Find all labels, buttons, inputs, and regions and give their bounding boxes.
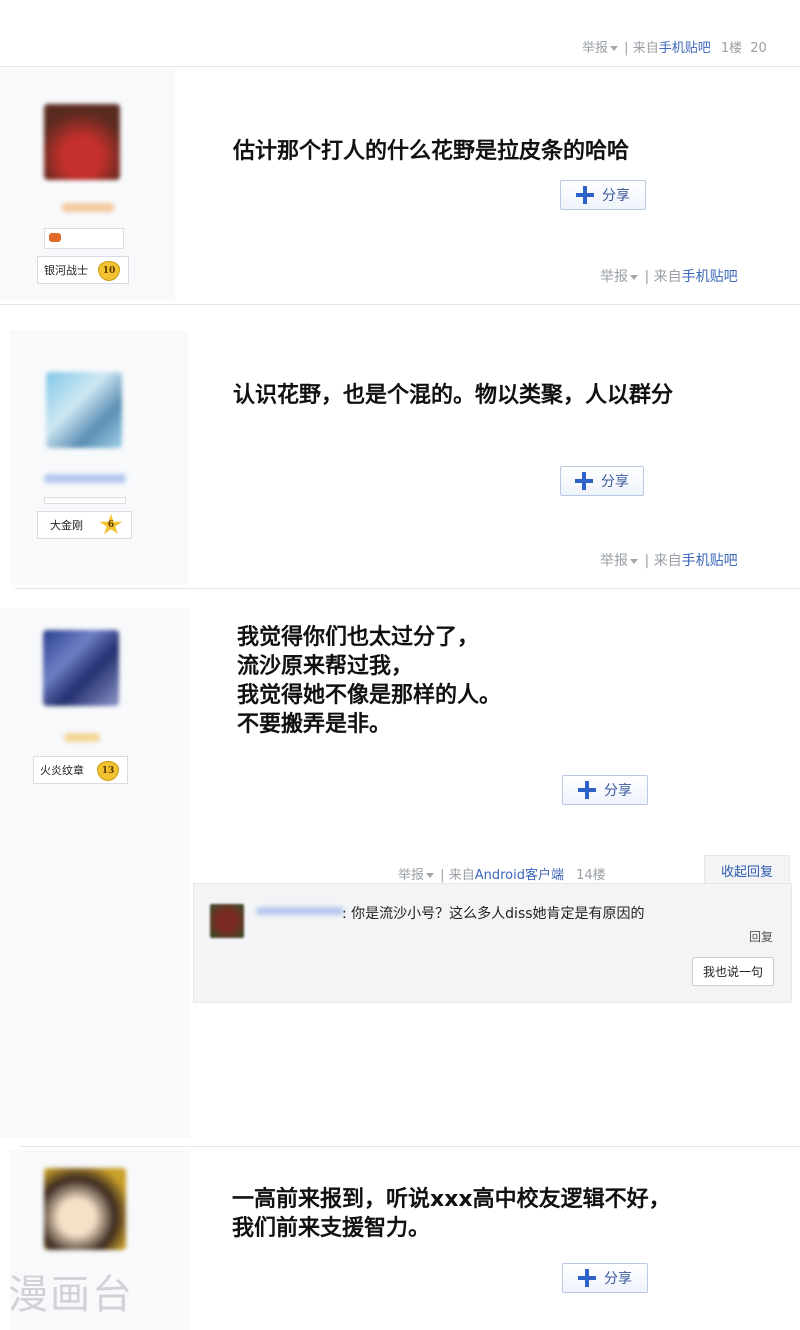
from-label: 来自 [653, 553, 682, 569]
reply-avatar[interactable] [210, 904, 244, 938]
report-link[interactable]: 举报 [600, 553, 628, 569]
separator: | [644, 269, 650, 285]
client-link[interactable]: Android客户端 [475, 868, 564, 883]
say-something-button[interactable]: 我也说一句 [692, 957, 774, 986]
badge-name: 火炎纹章 [40, 764, 84, 777]
post-content: 一高前来报到，听说xxx高中校友逻辑不好， 我们前来支援智力。 [232, 1187, 671, 1241]
divider [0, 66, 800, 67]
caret-down-icon[interactable] [630, 274, 638, 280]
share-button[interactable]: 分享 [562, 775, 648, 805]
level-icon: 10 [98, 261, 120, 281]
report-link[interactable]: 举报 [582, 41, 608, 56]
watermark: 漫画台 [8, 1272, 134, 1318]
divider [20, 1146, 800, 1147]
username-blurred[interactable] [44, 474, 126, 483]
game-icon [49, 233, 61, 242]
report-link[interactable]: 举报 [600, 269, 628, 285]
share-label: 分享 [602, 188, 630, 204]
post-content: 认识花野，也是个混的。物以类聚，人以群分 [233, 383, 674, 408]
badge: 银河战士 10 [37, 256, 129, 284]
share-label: 分享 [604, 1271, 632, 1287]
client-link[interactable]: 手机贴吧 [659, 41, 711, 56]
caret-down-icon[interactable] [426, 873, 435, 878]
report-link[interactable]: 举报 [398, 868, 424, 883]
reply-link[interactable]: 回复 [749, 928, 773, 945]
say-something-label: 我也说一句 [702, 965, 763, 979]
level-icon: 13 [97, 761, 119, 781]
date-label: 20 [750, 41, 767, 56]
separator: | [624, 41, 629, 56]
reply-box: : 你是流沙小号？这么多人diss她肯定是有原因的 回复 我也说一句 [193, 883, 792, 1003]
username-blurred[interactable] [62, 203, 114, 212]
divider [0, 304, 800, 305]
separator: | [440, 868, 445, 883]
badge-name: 大金刚 [50, 519, 83, 532]
level-icon: 6 [99, 514, 123, 535]
user-tag-box [44, 228, 124, 249]
avatar[interactable] [43, 630, 119, 706]
plus-icon [576, 186, 594, 204]
separator: | [644, 553, 650, 569]
from-label: 来自 [653, 269, 682, 285]
from-label: 来自 [448, 868, 475, 883]
share-label: 分享 [601, 474, 629, 490]
plus-icon [578, 781, 596, 799]
username-blurred[interactable] [64, 733, 100, 742]
post-content: 我觉得你们也太过分了， 流沙原来帮过我， 我觉得她不像是那样的人。 不要搬弄是非… [237, 625, 502, 737]
post-meta: 举报 | 来自Android客户端 14楼 [398, 864, 606, 883]
badge-name: 银河战士 [44, 264, 88, 277]
plus-icon [578, 1269, 596, 1287]
collapse-replies-label: 收起回复 [720, 864, 773, 880]
avatar[interactable] [46, 372, 122, 448]
share-label: 分享 [604, 783, 632, 799]
caret-down-icon[interactable] [630, 558, 638, 564]
client-link[interactable]: 手机贴吧 [682, 269, 738, 285]
share-button[interactable]: 分享 [560, 180, 646, 210]
divider [15, 588, 800, 589]
badge: 火炎纹章 13 [33, 756, 128, 784]
reply-text: : 你是流沙小号？这么多人diss她肯定是有原因的 [342, 906, 645, 922]
from-label: 来自 [632, 41, 659, 56]
user-tag-box [44, 497, 126, 504]
floor-label: 1楼 [720, 41, 743, 56]
avatar[interactable] [44, 104, 120, 180]
client-link[interactable]: 手机贴吧 [682, 553, 738, 569]
plus-icon [575, 472, 593, 490]
avatar[interactable] [44, 1168, 126, 1250]
reply-username-blurred[interactable] [256, 907, 344, 915]
caret-down-icon[interactable] [610, 46, 619, 51]
post-meta: 举报 | 来自手机贴吧 [600, 266, 738, 286]
post-content: 估计那个打人的什么花野是拉皮条的哈哈 [233, 139, 630, 164]
post-meta: 举报 | 来自手机贴吧 [600, 550, 738, 570]
badge: 大金刚 6 [37, 511, 132, 539]
floor-label: 14楼 [576, 868, 606, 883]
collapse-replies-tab[interactable]: 收起回复 [704, 855, 790, 884]
sidebar-bg-2 [10, 330, 188, 585]
share-button[interactable]: 分享 [562, 1263, 648, 1293]
share-button[interactable]: 分享 [560, 466, 644, 496]
top-meta: 举报 | 来自手机贴吧 1楼 20 [582, 37, 767, 56]
